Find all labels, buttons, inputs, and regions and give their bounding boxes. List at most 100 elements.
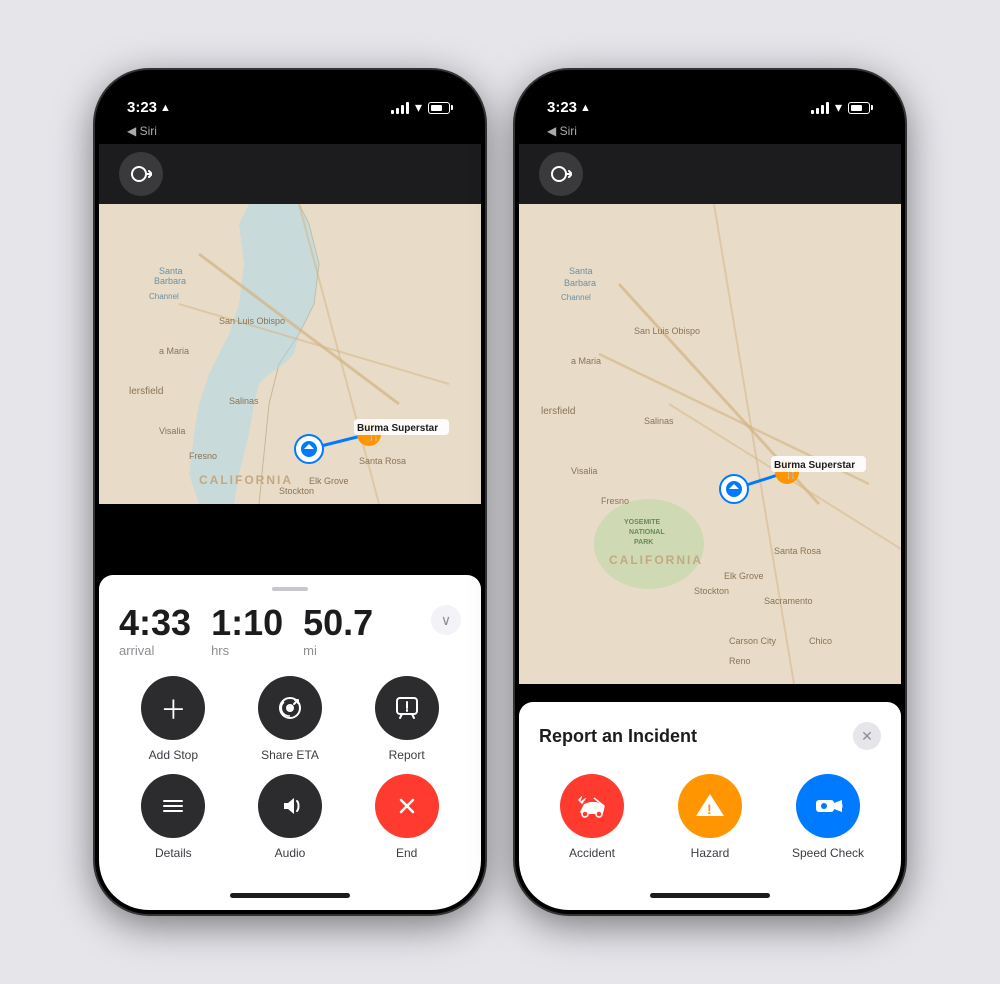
map-svg-1: Santa Barbara Channel a Maria San Luis O… <box>99 204 481 504</box>
wifi-icon-2: ▾ <box>835 99 842 116</box>
carplay-btn-2[interactable] <box>539 152 583 196</box>
details-button[interactable] <box>141 774 205 838</box>
share-eta-button[interactable] <box>258 676 322 740</box>
accident-label: Accident <box>569 846 615 860</box>
action-grid-1: ＋ Add Stop <box>119 676 461 860</box>
audio-button[interactable] <box>258 774 322 838</box>
add-stop-button[interactable]: ＋ <box>141 676 205 740</box>
incident-sheet: Report an Incident ✕ <box>519 702 901 880</box>
carplay-btn-1[interactable] <box>119 152 163 196</box>
svg-text:Chico: Chico <box>809 636 832 646</box>
wifi-icon-1: ▾ <box>415 99 422 116</box>
close-icon: ✕ <box>861 728 873 745</box>
home-bar-1 <box>230 893 350 898</box>
signal-icon-1 <box>391 102 409 114</box>
audio-label: Audio <box>275 846 306 860</box>
details-icon <box>159 792 187 820</box>
accident-button[interactable] <box>560 774 624 838</box>
phone-2: 3:23 ▲ ▾ <box>515 70 905 914</box>
audio-icon <box>276 792 304 820</box>
svg-text:Visalia: Visalia <box>571 466 597 476</box>
svg-text:YOSEMITE: YOSEMITE <box>624 519 661 526</box>
map-area-2: YOSEMITE NATIONAL PARK Santa Barbara Cha… <box>519 204 901 702</box>
location-arrow-2: ▲ <box>580 102 591 114</box>
duration-stat: 1:10 hrs <box>211 605 283 658</box>
svg-text:Barbara: Barbara <box>154 276 186 286</box>
status-time-1: 3:23 ▲ <box>127 99 171 116</box>
svg-text:Stockton: Stockton <box>279 486 314 496</box>
svg-text:Santa: Santa <box>159 266 183 276</box>
siri-bar-1: ◀ Siri <box>99 124 481 144</box>
incident-close-button[interactable]: ✕ <box>853 722 881 750</box>
svg-text:PARK: PARK <box>634 539 653 546</box>
svg-text:Burma Superstar: Burma Superstar <box>357 423 438 434</box>
signal-icon-2 <box>811 102 829 114</box>
svg-text:!: ! <box>707 801 712 817</box>
svg-text:CALIFORNIA: CALIFORNIA <box>609 553 703 567</box>
svg-text:Barbara: Barbara <box>564 278 596 288</box>
incident-item-hazard: ! Hazard <box>657 774 763 860</box>
arrival-time: 4:33 <box>119 605 191 641</box>
report-icon <box>393 694 421 722</box>
svg-text:Channel: Channel <box>561 293 591 302</box>
speed-check-label: Speed Check <box>792 846 864 860</box>
svg-text:lersfield: lersfield <box>541 406 575 417</box>
phone-1: 3:23 ▲ ▾ <box>95 70 485 914</box>
svg-text:Fresno: Fresno <box>189 451 217 461</box>
nav-stats-1: 4:33 arrival 1:10 hrs 50.7 mi ∨ <box>119 605 461 658</box>
svg-text:Visalia: Visalia <box>159 426 185 436</box>
distance-stat: 50.7 mi <box>303 605 373 658</box>
speed-check-button[interactable] <box>796 774 860 838</box>
incident-item-accident: Accident <box>539 774 645 860</box>
hazard-button[interactable]: ! <box>678 774 742 838</box>
plus-icon: ＋ <box>160 690 186 727</box>
svg-text:San Luis Obispo: San Luis Obispo <box>219 316 285 326</box>
maps-header-2 <box>519 144 901 204</box>
incident-title: Report an Incident <box>539 726 697 747</box>
share-eta-label: Share ETA <box>261 748 319 762</box>
svg-text:Channel: Channel <box>149 292 179 301</box>
arrival-label: arrival <box>119 643 191 658</box>
duration-value: 1:10 <box>211 605 283 641</box>
nav-panel-1: 4:33 arrival 1:10 hrs 50.7 mi ∨ <box>99 575 481 880</box>
status-time-2: 3:23 ▲ <box>547 99 591 116</box>
svg-text:Burma Superstar: Burma Superstar <box>774 460 855 471</box>
distance-value: 50.7 <box>303 605 373 641</box>
home-bar-2 <box>650 893 770 898</box>
svg-text:Santa: Santa <box>569 266 593 276</box>
battery-icon-1 <box>428 102 453 114</box>
svg-text:Santa Rosa: Santa Rosa <box>359 456 406 466</box>
duration-label: hrs <box>211 643 283 658</box>
svg-text:Sacramento: Sacramento <box>764 596 813 606</box>
time-label-2: 3:23 <box>547 99 577 116</box>
report-button[interactable] <box>375 676 439 740</box>
svg-text:a Maria: a Maria <box>159 346 189 356</box>
action-item-end: End <box>352 774 461 860</box>
siri-label-1: ◀ Siri <box>127 124 157 138</box>
speed-check-icon <box>810 788 846 824</box>
svg-text:Salinas: Salinas <box>229 396 259 406</box>
arrival-stat: 4:33 arrival <box>119 605 191 658</box>
map-svg-2: YOSEMITE NATIONAL PARK Santa Barbara Cha… <box>519 204 901 684</box>
action-item-report: Report <box>352 676 461 762</box>
svg-text:San Luis Obispo: San Luis Obispo <box>634 326 700 336</box>
notch-2 <box>647 74 773 108</box>
svg-text:CALIFORNIA: CALIFORNIA <box>199 473 293 487</box>
location-arrow-1: ▲ <box>160 102 171 114</box>
svg-text:Salinas: Salinas <box>644 416 674 426</box>
hazard-label: Hazard <box>691 846 730 860</box>
action-item-share-eta: Share ETA <box>236 676 345 762</box>
hazard-icon: ! <box>692 788 728 824</box>
end-button[interactable] <box>375 774 439 838</box>
home-indicator-1 <box>99 880 481 910</box>
time-label-1: 3:23 <box>127 99 157 116</box>
svg-text:Santa Rosa: Santa Rosa <box>774 546 821 556</box>
incident-options: Accident ! Hazard <box>539 774 881 860</box>
siri-label-2: ◀ Siri <box>547 124 577 138</box>
expand-btn[interactable]: ∨ <box>431 605 461 635</box>
notch-1 <box>227 74 353 108</box>
action-item-add-stop: ＋ Add Stop <box>119 676 228 762</box>
nav-handle-1 <box>272 587 308 591</box>
svg-text:lersfield: lersfield <box>129 386 163 397</box>
svg-text:Elk Grove: Elk Grove <box>309 476 349 486</box>
